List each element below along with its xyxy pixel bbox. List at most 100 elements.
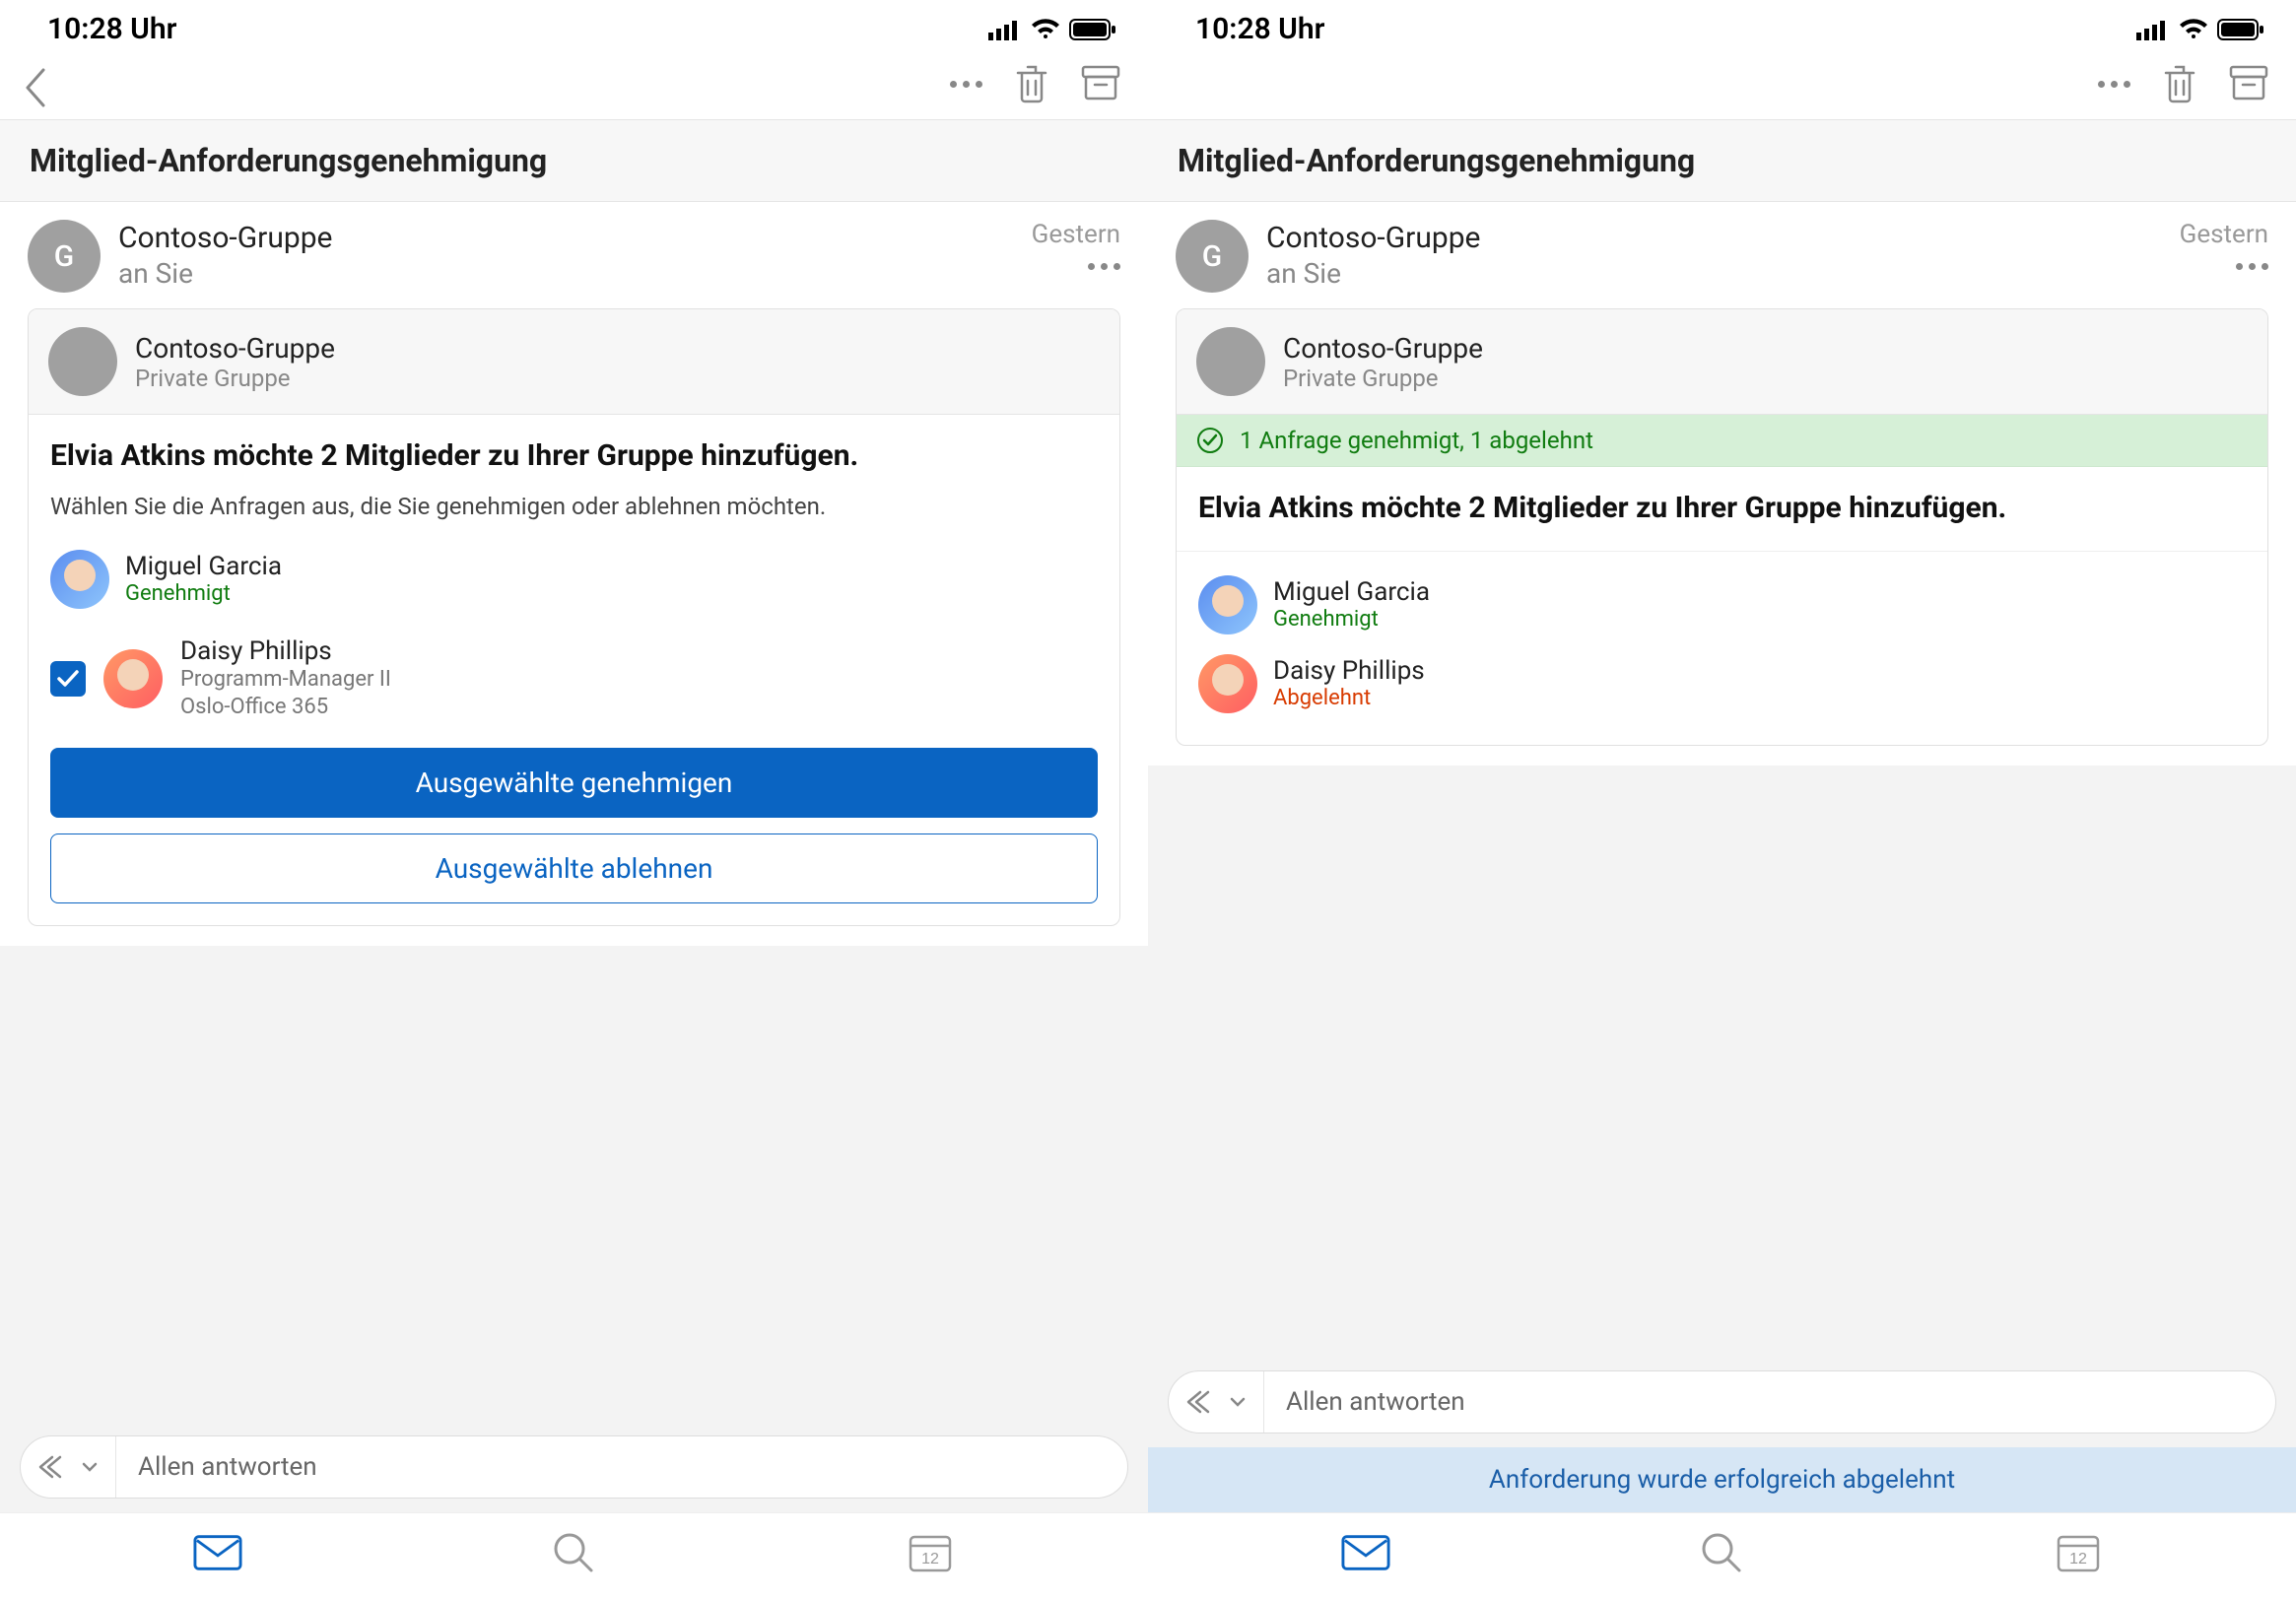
tab-calendar[interactable]: 12 — [2054, 1531, 2103, 1574]
reply-label: Allen antworten — [1264, 1387, 1487, 1417]
sender-row[interactable]: G Contoso-Gruppe an Sie Gestern — [1148, 202, 2296, 308]
subject-text: Mitglied-Anforderungsgenehmigung — [1178, 142, 1695, 179]
toast: Anforderung wurde erfolgreich abgelehnt — [1148, 1447, 2296, 1512]
member-name: Daisy Phillips — [180, 636, 391, 666]
tab-calendar[interactable]: 12 — [906, 1531, 955, 1574]
member-row-daisy: Daisy Phillips Abgelehnt — [1198, 644, 2246, 723]
subject-bar: Mitglied-Anforderungsgenehmigung — [0, 119, 1148, 202]
tab-mail[interactable] — [193, 1531, 242, 1574]
approve-selected-button[interactable]: Ausgewählte genehmigen — [50, 748, 1098, 818]
archive-button[interactable] — [1081, 62, 1120, 105]
battery-icon — [2217, 19, 2264, 40]
member-name: Daisy Phillips — [1273, 656, 1425, 686]
sender-avatar: G — [1176, 220, 1249, 293]
status-icons — [988, 19, 1116, 40]
mail-icon — [1341, 1534, 1390, 1571]
back-button[interactable] — [1172, 68, 1203, 100]
reply-pill[interactable]: Allen antworten — [20, 1435, 1128, 1499]
request-card: Contoso-Gruppe Private Gruppe Elvia Atki… — [28, 308, 1120, 926]
card-header: Contoso-Gruppe Private Gruppe — [29, 309, 1119, 415]
clock-text: 10:28 Uhr — [1195, 12, 1324, 46]
tab-bar: 12 — [0, 1512, 1148, 1600]
checkbox-checked[interactable] — [50, 661, 86, 697]
sender-date: Gestern — [2180, 220, 2268, 249]
reply-mode-button[interactable] — [1169, 1371, 1264, 1433]
card-header: Contoso-Gruppe Private Gruppe — [1177, 309, 2267, 415]
archive-icon — [1081, 65, 1120, 102]
member-row-daisy[interactable]: Daisy Phillips Programm-Manager II Oslo-… — [50, 619, 1098, 732]
group-avatar — [1196, 327, 1265, 396]
status-bar: 10:28 Uhr — [0, 0, 1148, 52]
chevron-down-icon — [1230, 1397, 1246, 1407]
reply-all-icon — [1186, 1388, 1222, 1416]
sender-right: Gestern — [1032, 220, 1120, 270]
request-hint: Wählen Sie die Anfragen aus, die Sie gen… — [50, 491, 1098, 522]
svg-text:12: 12 — [921, 1551, 939, 1567]
group-type: Private Gruppe — [135, 365, 335, 392]
mail-icon — [193, 1534, 242, 1571]
group-name: Contoso-Gruppe — [135, 332, 335, 365]
status-icons — [2136, 19, 2264, 40]
status-bar: 10:28 Uhr — [1148, 0, 2296, 52]
reject-selected-button[interactable]: Ausgewählte ablehnen — [50, 833, 1098, 903]
wifi-icon — [1030, 19, 1061, 40]
spacer — [0, 946, 1148, 1422]
sender-meta: Contoso-Gruppe an Sie — [118, 220, 1014, 290]
sender-date: Gestern — [1032, 220, 1120, 249]
calendar-icon: 12 — [2056, 1531, 2101, 1574]
chevron-down-icon — [82, 1462, 98, 1472]
sender-to: an Sie — [118, 257, 1014, 290]
nav-row — [0, 52, 1148, 119]
nav-actions — [950, 62, 1120, 105]
member-status-approved: Genehmigt — [125, 581, 282, 606]
toast-text: Anforderung wurde erfolgreich abgelehnt — [1489, 1465, 1955, 1495]
reply-pill[interactable]: Allen antworten — [1168, 1370, 2276, 1433]
sender-avatar: G — [28, 220, 101, 293]
subject-text: Mitglied-Anforderungsgenehmigung — [30, 142, 547, 179]
member-text: Daisy Phillips Abgelehnt — [1273, 656, 1425, 710]
sender-row[interactable]: G Contoso-Gruppe an Sie Gestern — [0, 202, 1148, 308]
search-icon — [552, 1531, 595, 1574]
battery-icon — [1069, 19, 1116, 40]
message-more-button[interactable] — [1088, 263, 1120, 270]
card-members: Miguel Garcia Genehmigt Daisy Phillips A… — [1177, 552, 2267, 745]
delete-button[interactable] — [2160, 62, 2199, 105]
card-header-text: Contoso-Gruppe Private Gruppe — [1283, 332, 1483, 392]
tab-search[interactable] — [549, 1531, 598, 1574]
tab-mail[interactable] — [1341, 1531, 1390, 1574]
request-card: Contoso-Gruppe Private Gruppe 1 Anfrage … — [1176, 308, 2268, 746]
cellular-icon — [2136, 19, 2170, 40]
member-name: Miguel Garcia — [1273, 577, 1430, 607]
search-icon — [1700, 1531, 1743, 1574]
back-button[interactable] — [24, 68, 55, 100]
reply-mode-button[interactable] — [21, 1436, 116, 1498]
sender-right: Gestern — [2180, 220, 2268, 270]
check-circle-icon — [1196, 427, 1224, 454]
group-name: Contoso-Gruppe — [1283, 332, 1483, 365]
group-avatar — [48, 327, 117, 396]
request-title: Elvia Atkins möchte 2 Mitglieder zu Ihre… — [1198, 489, 2246, 529]
phone-right: 10:28 Uhr Mitglied-Anforderungsgenehmigu… — [1148, 0, 2296, 1600]
member-status-rejected: Abgelehnt — [1273, 686, 1425, 710]
member-text: Daisy Phillips Programm-Manager II Oslo-… — [180, 636, 391, 722]
member-text: Miguel Garcia Genehmigt — [125, 552, 282, 606]
member-row-miguel: Miguel Garcia Genehmigt — [1198, 566, 2246, 644]
calendar-icon: 12 — [908, 1531, 953, 1574]
archive-icon — [2229, 65, 2268, 102]
reply-label: Allen antworten — [116, 1452, 339, 1482]
cellular-icon — [988, 19, 1022, 40]
archive-button[interactable] — [2229, 62, 2268, 105]
spacer — [1148, 766, 2296, 1358]
message-more-button[interactable] — [2236, 263, 2268, 270]
wifi-icon — [2178, 19, 2209, 40]
group-type: Private Gruppe — [1283, 365, 1483, 392]
chevron-left-icon — [24, 68, 47, 107]
subject-bar: Mitglied-Anforderungsgenehmigung — [1148, 119, 2296, 202]
more-button[interactable] — [2098, 81, 2130, 88]
tab-search[interactable] — [1697, 1531, 1746, 1574]
more-button[interactable] — [950, 81, 982, 88]
sender-name: Contoso-Gruppe — [1266, 220, 2162, 257]
check-icon — [57, 670, 79, 688]
member-org: Oslo-Office 365 — [180, 694, 391, 722]
delete-button[interactable] — [1012, 62, 1051, 105]
